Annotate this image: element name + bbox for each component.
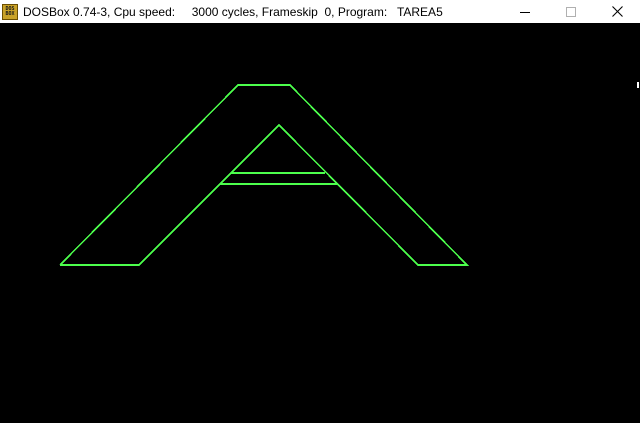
close-button[interactable]	[594, 0, 640, 23]
window-controls	[502, 0, 640, 23]
letter-a-outer-outline	[59, 84, 469, 266]
maximize-button[interactable]	[548, 0, 594, 23]
dosbox-icon[interactable]: DOS BOX	[2, 3, 18, 20]
dos-screen[interactable]	[0, 23, 640, 423]
minimize-icon	[520, 11, 530, 13]
icon-text-bottom: BOX	[5, 10, 15, 17]
title-bar[interactable]: DOS BOX DOSBox 0.74-3, Cpu speed: 3000 c…	[0, 0, 640, 23]
edge-marker	[637, 82, 639, 88]
dosbox-window: DOS BOX DOSBox 0.74-3, Cpu speed: 3000 c…	[0, 0, 640, 423]
minimize-button[interactable]	[502, 0, 548, 23]
window-title: DOSBox 0.74-3, Cpu speed: 3000 cycles, F…	[23, 4, 443, 19]
maximize-icon	[566, 6, 576, 17]
letter-a-drawing	[59, 84, 469, 266]
close-icon	[611, 6, 623, 17]
